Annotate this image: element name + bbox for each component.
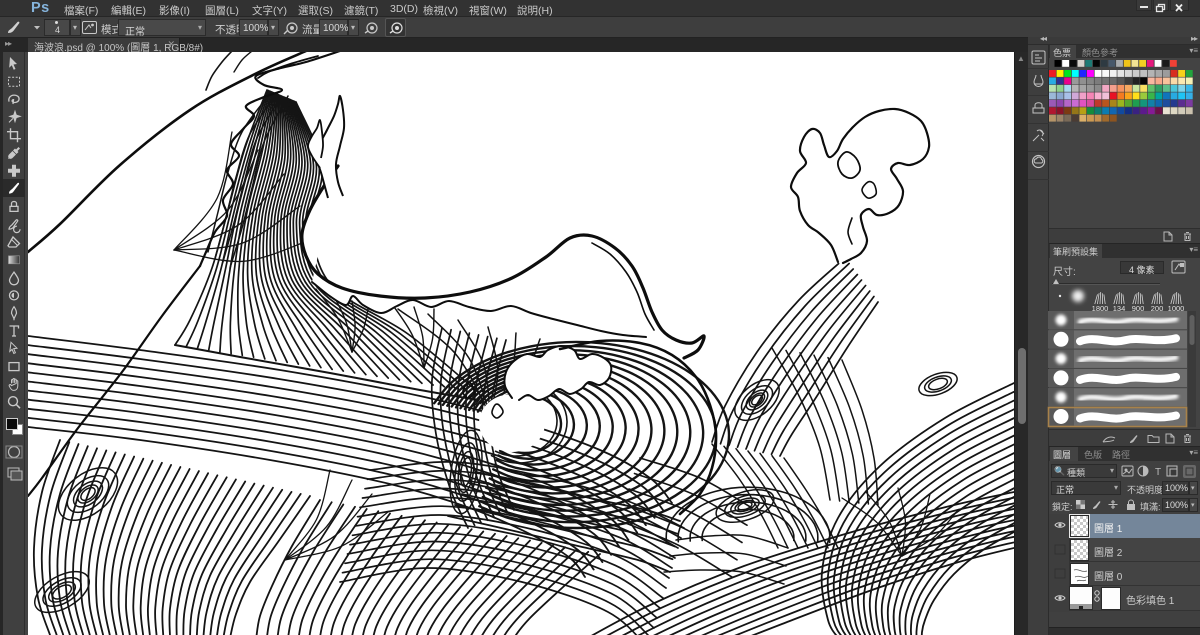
svg-text:T: T	[1155, 467, 1161, 478]
